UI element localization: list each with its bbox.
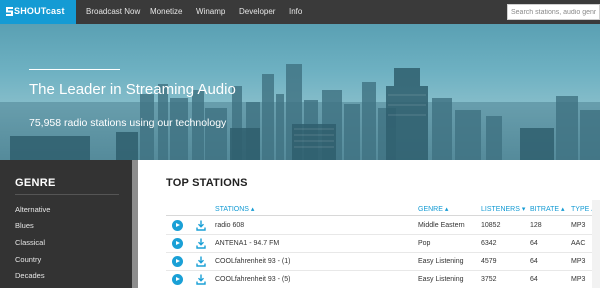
download-icon[interactable] [196,238,206,249]
station-type: MP3 [571,276,586,283]
station-bitrate: 64 [530,240,538,247]
play-icon[interactable] [172,274,183,285]
genre-divider [15,194,119,195]
download-icon[interactable] [196,256,206,267]
station-genre: Easy Listening [418,276,464,283]
logo[interactable]: SHOUTcast [0,0,76,24]
hero-title: The Leader in Streaming Audio [29,81,236,98]
station-listeners: 10852 [481,222,501,229]
table-scrollbar[interactable] [592,200,600,288]
genre-sidebar: GENRE Alternative Blues Classical Countr… [0,160,132,288]
genre-item-country[interactable]: Country [15,255,41,264]
table-header-divider [166,215,596,216]
station-type: AAC [571,240,586,247]
station-genre: Easy Listening [418,258,464,265]
station-name[interactable]: radio 608 [215,222,244,229]
column-header-bitrate[interactable]: BITRATE ▴ [530,205,565,213]
sidebar-scrollbar[interactable] [132,160,138,288]
nav-info[interactable]: Info [289,7,302,16]
station-bitrate: 64 [530,276,538,283]
genre-item-classical[interactable]: Classical [15,238,45,247]
column-header-genre[interactable]: GENRE ▴ [418,205,448,213]
genre-heading: GENRE [15,177,56,189]
download-icon[interactable] [196,274,206,285]
station-type: MP3 [571,222,586,229]
play-icon[interactable] [172,238,183,249]
station-listeners: 6342 [481,240,497,247]
station-type: MP3 [571,258,586,265]
genre-item-blues[interactable]: Blues [15,221,34,230]
station-listeners: 4579 [481,258,497,265]
station-listeners: 3752 [481,276,497,283]
station-genre: Pop [418,240,431,247]
station-bitrate: 128 [530,222,542,229]
station-name[interactable]: COOLfahrenheit 93 - (5) [215,276,290,283]
top-nav: SHOUTcast Broadcast Now Monetize Winamp … [0,0,600,24]
download-icon[interactable] [196,220,206,231]
top-stations-heading: TOP STATIONS [166,177,248,189]
column-header-stations[interactable]: STATIONS ▴ [215,205,254,213]
station-name[interactable]: COOLfahrenheit 93 - (1) [215,258,290,265]
logo-text: SHOUTcast [14,6,65,16]
station-genre: Middle Eastern [418,222,465,229]
nav-developer[interactable]: Developer [239,7,275,16]
station-name[interactable]: ANTENA1 - 94.7 FM [215,240,279,247]
hero-subtitle: 75,958 radio stations using our technolo… [29,117,227,129]
station-bitrate: 64 [530,258,538,265]
column-header-listeners[interactable]: LISTENERS ▾ [481,205,525,213]
genre-item-alternative[interactable]: Alternative [15,205,50,214]
hero-banner: The Leader in Streaming Audio 75,958 rad… [0,24,600,160]
genre-item-decades[interactable]: Decades [15,271,45,280]
play-icon[interactable] [172,220,183,231]
nav-monetize[interactable]: Monetize [150,7,182,16]
nav-broadcast-now[interactable]: Broadcast Now [86,7,140,16]
nav-winamp[interactable]: Winamp [196,7,225,16]
play-icon[interactable] [172,256,183,267]
search-input[interactable] [507,4,600,20]
hero-divider [29,69,120,70]
